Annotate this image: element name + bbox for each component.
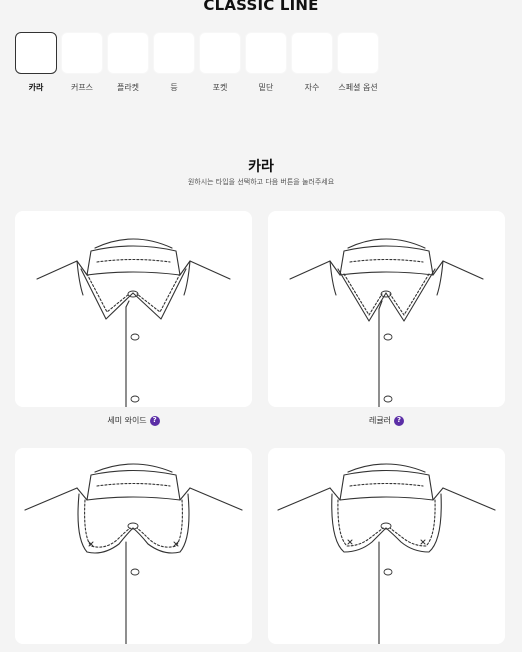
step-label: 카라 [28,83,44,92]
option-caption: 레귤러 ? [268,415,505,426]
page-title: CLASSIC LINE [203,0,319,14]
section-title: 카라 [248,159,274,175]
step-label: 등 [170,83,178,92]
collar-option-round-button-down-2[interactable] [268,448,505,652]
step-back[interactable]: 등 [153,32,195,93]
step-hem[interactable]: 밑단 [245,32,287,93]
step-placket[interactable]: 플라켓 [107,32,149,93]
round-button-down-collar-icon[interactable] [268,448,505,644]
step-label: 포켓 [212,83,228,92]
option-label: 레귤러 [368,416,392,425]
step-collar[interactable]: 카라 [15,32,57,93]
help-icon[interactable]: ? [394,415,405,426]
regular-collar-icon[interactable] [268,211,505,407]
semi-wide-collar-icon[interactable] [15,211,252,407]
step-thumbnail[interactable] [15,32,57,74]
step-thumbnail[interactable] [337,32,379,74]
option-step-nav: 카라 커프스 플라켓 등 포켓 밑단 자수 스페셜 옵션 [15,32,379,93]
step-label: 자수 [304,83,320,92]
section-subtitle: 원하시는 타입을 선택하고 다음 버튼을 눌러주세요 [187,178,335,186]
step-thumbnail[interactable] [61,32,103,74]
option-label: 세미 와이드 [107,416,147,425]
step-thumbnail[interactable] [107,32,149,74]
step-label: 밑단 [258,83,274,92]
collar-option-round-button-down[interactable] [15,448,252,652]
collar-option-semi-wide[interactable]: 세미 와이드 ? [15,211,252,426]
step-thumbnail[interactable] [153,32,195,74]
step-label: 커프스 [70,83,94,92]
step-label: 스페셜 옵션 [338,83,378,92]
round-button-down-collar-icon[interactable] [15,448,252,644]
step-thumbnail[interactable] [245,32,287,74]
step-embroidery[interactable]: 자수 [291,32,333,93]
step-thumbnail[interactable] [291,32,333,74]
step-label: 플라켓 [116,83,140,92]
step-special-option[interactable]: 스페셜 옵션 [337,32,379,93]
step-thumbnail[interactable] [199,32,241,74]
help-icon[interactable]: ? [149,415,160,426]
collar-option-regular[interactable]: 레귤러 ? [268,211,505,426]
step-cuffs[interactable]: 커프스 [61,32,103,93]
step-pocket[interactable]: 포켓 [199,32,241,93]
option-caption: 세미 와이드 ? [15,415,252,426]
